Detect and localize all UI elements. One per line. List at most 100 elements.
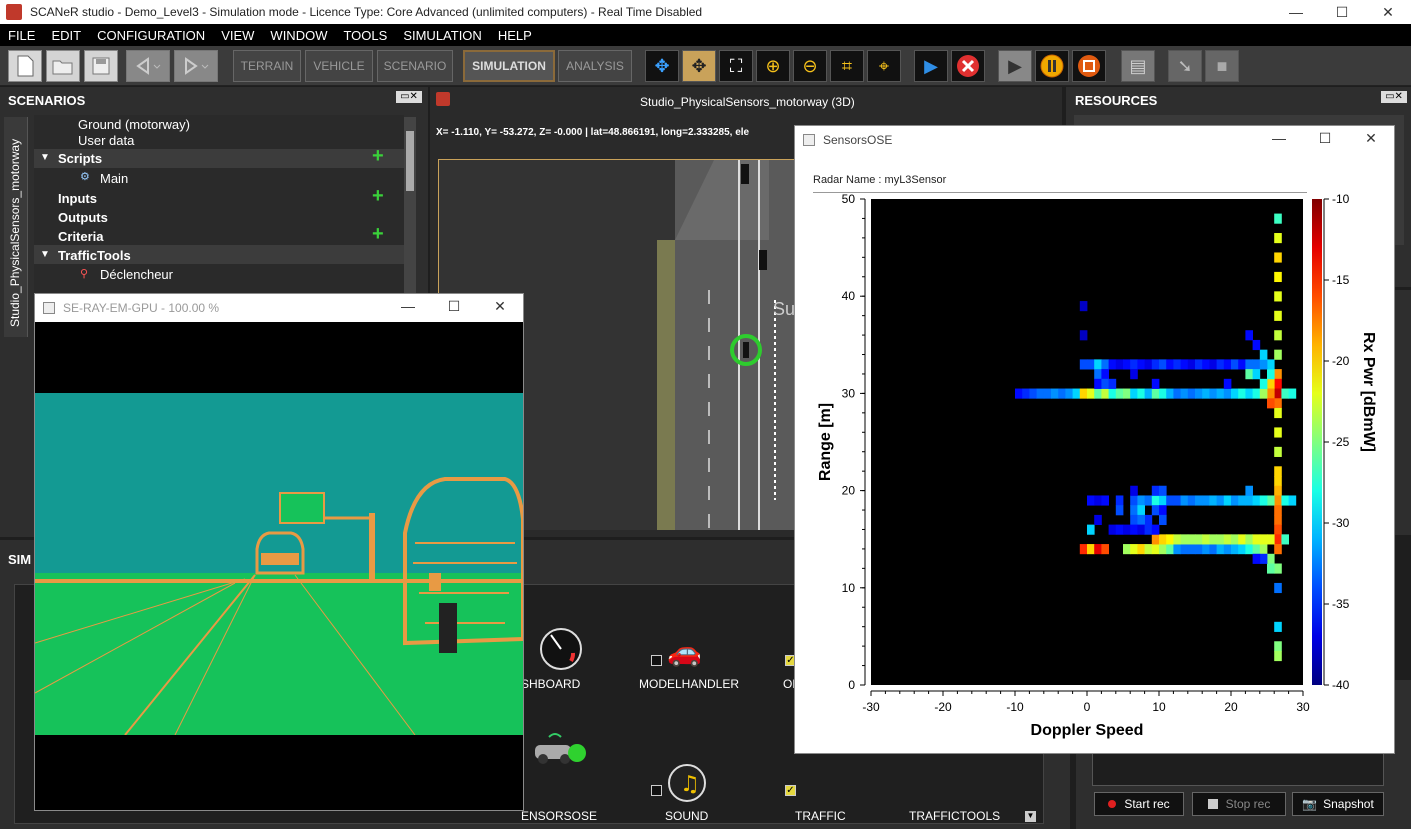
- snapshot-button[interactable]: 📷 Snapshot: [1292, 792, 1384, 816]
- forward-icon[interactable]: [174, 50, 218, 82]
- side-tab[interactable]: Studio_PhysicalSensors_motorway: [4, 117, 28, 337]
- sound-module-icon[interactable]: ♫: [667, 761, 709, 803]
- ray-close-button[interactable]: ✕: [477, 294, 523, 318]
- maximize-button[interactable]: ☐: [1319, 0, 1365, 24]
- menu-configuration[interactable]: CONFIGURATION: [89, 28, 213, 43]
- scroll-down-icon[interactable]: ▼: [1025, 811, 1036, 822]
- pause-icon[interactable]: [1035, 50, 1069, 82]
- heatmap-cell: [1223, 378, 1232, 389]
- target-icon[interactable]: ⌖: [867, 50, 901, 82]
- minimize-button[interactable]: —: [1273, 0, 1319, 24]
- heatmap-cell: [1245, 495, 1253, 506]
- heatmap-cell: [1259, 359, 1268, 370]
- heatmap-cell: [1144, 524, 1153, 535]
- zoom-fit-icon[interactable]: ⛶: [719, 50, 753, 82]
- add-criteria-icon[interactable]: +: [372, 223, 384, 246]
- start-rec-button[interactable]: Start rec: [1094, 792, 1184, 816]
- menu-file[interactable]: FILE: [0, 28, 43, 43]
- heatmap-cell: [1180, 359, 1189, 370]
- heatmap-cell: [1072, 388, 1081, 399]
- add-input-icon[interactable]: +: [372, 185, 384, 208]
- mode-terrain-tab[interactable]: TERRAIN: [233, 50, 301, 82]
- mode-simulation-tab[interactable]: SIMULATION: [463, 50, 555, 82]
- heatmap-cell: [1195, 359, 1203, 370]
- save-icon[interactable]: [84, 50, 118, 82]
- heatmap-cell: [1159, 485, 1167, 496]
- heatmap-cell: [1101, 388, 1109, 399]
- zoom-region-icon[interactable]: ⌗: [830, 50, 864, 82]
- tree-item-criteria[interactable]: Criteria: [58, 229, 104, 244]
- tree-item-scripts[interactable]: Scripts: [58, 151, 102, 166]
- heatmap-cell: [1202, 544, 1210, 555]
- stop-icon[interactable]: [1072, 50, 1106, 82]
- sensors-close-button[interactable]: ✕: [1348, 126, 1394, 150]
- stop-record-icon[interactable]: ■: [1205, 50, 1239, 82]
- menu-tools[interactable]: TOOLS: [335, 28, 395, 43]
- play-record-icon[interactable]: ➘: [1168, 50, 1202, 82]
- gear-icon: ⚙: [80, 171, 90, 183]
- close-button[interactable]: ✕: [1365, 0, 1411, 24]
- tree-item-outputs[interactable]: Outputs: [58, 210, 108, 225]
- heatmap-cell: [1087, 359, 1095, 370]
- sensors-window-title: SensorsOSE: [823, 133, 893, 147]
- menu-window[interactable]: WINDOW: [262, 28, 335, 43]
- new-file-icon[interactable]: [8, 50, 42, 82]
- heatmap-cell: [1187, 534, 1196, 545]
- tree-scrollbar[interactable]: [404, 117, 416, 297]
- expand-arrow-icon[interactable]: ▼: [40, 152, 50, 163]
- menu-simulation[interactable]: SIMULATION: [395, 28, 490, 43]
- heatmap-cell: [1123, 544, 1131, 555]
- heatmap-cell: [1274, 505, 1282, 516]
- tree-item-user-data[interactable]: User data: [78, 133, 134, 148]
- tree-item-main[interactable]: Main: [100, 171, 128, 186]
- pan-icon[interactable]: ✥: [682, 50, 716, 82]
- tree-item-declencheur[interactable]: Déclencheur: [100, 267, 173, 282]
- sensors-module-icon[interactable]: [525, 723, 587, 771]
- sensors-maximize-button[interactable]: ☐: [1302, 126, 1348, 150]
- dashboard-module-icon[interactable]: [535, 625, 587, 671]
- menu-help[interactable]: HELP: [490, 28, 540, 43]
- sound-checkbox[interactable]: [651, 785, 662, 796]
- record-config-icon[interactable]: ▤: [1121, 50, 1155, 82]
- move-view-icon[interactable]: ✥: [645, 50, 679, 82]
- stop-rec-button[interactable]: Stop rec: [1192, 792, 1286, 816]
- heatmap-cell: [1187, 359, 1196, 370]
- mode-scenario-tab[interactable]: SCENARIO: [377, 50, 453, 82]
- play-icon[interactable]: ▶: [914, 50, 948, 82]
- open-file-icon[interactable]: [46, 50, 80, 82]
- scenario-tree: Ground (motorway) User data ▼ Scripts + …: [34, 115, 404, 295]
- heatmap-cell: [1079, 301, 1088, 312]
- heatmap-cell: [1079, 544, 1088, 555]
- tree-item-inputs[interactable]: Inputs: [58, 191, 97, 206]
- heatmap-cell: [1267, 378, 1275, 389]
- heatmap-cell: [1202, 359, 1210, 370]
- x-tick-label: -30: [862, 700, 880, 714]
- heatmap-cell: [1216, 534, 1225, 545]
- step-icon[interactable]: ▶: [998, 50, 1032, 82]
- car-icon[interactable]: 🚗: [667, 635, 702, 668]
- menu-view[interactable]: VIEW: [213, 28, 262, 43]
- heatmap-cell: [1173, 544, 1181, 555]
- modelhandler-checkbox[interactable]: [651, 655, 662, 666]
- panel-dock-close-icon[interactable]: ▭✕: [1381, 91, 1407, 103]
- expand-arrow-icon[interactable]: ▼: [40, 249, 50, 260]
- mode-vehicle-tab[interactable]: VEHICLE: [305, 50, 373, 82]
- heatmap-cell: [1223, 544, 1232, 555]
- traffic-checkbox[interactable]: ✓: [785, 785, 796, 796]
- tree-item-ground[interactable]: Ground (motorway): [78, 117, 190, 132]
- ray-minimize-button[interactable]: —: [385, 294, 431, 318]
- back-icon[interactable]: [126, 50, 170, 82]
- zoom-in-icon[interactable]: ⊕: [756, 50, 790, 82]
- sensors-minimize-button[interactable]: —: [1256, 126, 1302, 150]
- x-axis-label: Doppler Speed: [1031, 722, 1144, 739]
- stop-red-icon[interactable]: [951, 50, 985, 82]
- mode-analysis-tab[interactable]: ANALYSIS: [558, 50, 632, 82]
- add-script-icon[interactable]: +: [372, 145, 384, 168]
- heatmap-cell: [1274, 466, 1282, 477]
- panel-dock-close-icon[interactable]: ▭✕: [396, 91, 422, 103]
- zoom-out-icon[interactable]: ⊖: [793, 50, 827, 82]
- menu-edit[interactable]: EDIT: [43, 28, 89, 43]
- sensors-window-titlebar: SensorsOSE — ☐ ✕: [795, 126, 1394, 154]
- ray-maximize-button[interactable]: ☐: [431, 294, 477, 318]
- tree-item-traffictools[interactable]: TrafficTools: [58, 248, 131, 263]
